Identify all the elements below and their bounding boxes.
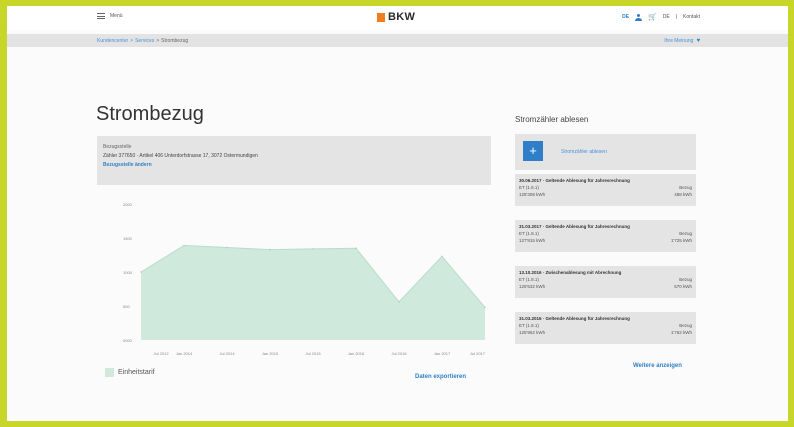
sidebar-title: Stromzähler ablesen [515,115,589,124]
reading-consumption: 1'762 kWh [670,330,692,335]
header-separator: | [675,14,678,20]
x-tick-label: Jul 2016 [391,351,407,356]
export-data-link[interactable]: Daten exportieren [415,374,466,380]
reading-type: Bezug [679,185,692,190]
breadcrumb-bar: Kundencenter > Services > Strombezug Ihr… [7,34,788,47]
x-tick-label: Jul 2014 [219,351,235,356]
reading-title: 30.06.2017 · Geltende Ablesung für Jahre… [519,178,630,183]
feedback-label: Ihre Meinung [664,38,694,44]
page-title: Strombezug [96,103,204,125]
x-tick-label: Jan 2014 [176,351,193,356]
breadcrumb-services[interactable]: Services [135,38,154,44]
read-meter-box[interactable]: + Stromzähler ablesen [515,134,696,170]
x-tick-label: Jan 2017 [434,351,451,356]
data-point [312,248,314,250]
supply-point-box: Bezugsstelle Zähler 377650 · Artikel 406… [97,136,491,185]
reading-meter: 127'815 kWh [519,238,546,243]
data-point [355,247,357,249]
reading-card[interactable]: 13.10.2016 · Zwischenablesung mit Abrech… [515,266,696,298]
reading-title: 31.03.2016 · Geltende Ablesung für Jahre… [519,316,630,321]
language-switch[interactable]: DE [663,14,670,20]
reading-title: 13.10.2016 · Zwischenablesung mit Abrech… [519,270,622,275]
x-tick-label: Jul 2015 [305,351,321,356]
chart-legend: Einheitstarif [105,368,155,377]
change-supply-point-link[interactable]: Bezugsstelle ändern [103,162,485,168]
supply-point-value: Zähler 377650 · Artikel 406 Unterdorfstr… [103,153,258,159]
header-utilities: DE 🛒 DE | Kontakt [622,13,700,21]
reading-title: 31.03.2017 · Geltende Ablesung für Jahre… [519,224,630,229]
read-meter-label[interactable]: Stromzähler ablesen [561,149,607,155]
data-point [226,246,228,249]
reading-tariff: ET (1.8.1) [519,185,539,190]
contact-link[interactable]: Kontakt [683,14,700,20]
data-point [441,255,443,258]
x-tick-label: Jul 2012 [153,351,169,356]
reading-type: Bezug [679,323,692,328]
data-point [398,301,400,303]
breadcrumb-kundencenter[interactable]: Kundencenter [97,38,128,44]
reading-consumption: 570 kWh [674,284,692,289]
feedback-link[interactable]: Ihre Meinung ♥ [664,38,700,44]
add-reading-button[interactable]: + [523,141,543,161]
y-tick-label: 1000 [123,270,133,275]
reading-meter: 128'308 kWh [519,192,546,197]
menu-label: Menü [110,13,123,19]
reading-tariff: ET (1.8.1) [519,323,539,328]
breadcrumb-current: Strombezug [161,38,189,44]
y-tick-label: 0000 [123,338,133,343]
cart-icon[interactable]: 🛒 [648,13,657,21]
legend-label: Einheitstarif [118,369,155,376]
breadcrumb-separator: > [156,38,160,44]
language-active[interactable]: DE [622,14,629,20]
hamburger-icon [97,13,105,19]
breadcrumb: Kundencenter > Services > Strombezug [97,38,188,44]
consumption-chart: 2000 1500 1000 500 0000 Jul 2012 Jan 2014 Jul 2… [123,202,486,356]
data-point [269,248,271,251]
reading-consumption: 488 kWh [674,192,692,197]
y-tick-label: 2000 [123,202,133,207]
reading-card[interactable]: 31.03.2017 · Geltende Ablesung für Jahre… [515,220,696,252]
supply-point-label: Bezugsstelle [103,144,132,150]
user-icon[interactable] [635,13,643,21]
reading-card[interactable]: 30.06.2017 · Geltende Ablesung für Jahre… [515,174,696,206]
reading-card[interactable]: 31.03.2016 · Geltende Ablesung für Jahre… [515,312,696,344]
series-area [141,245,485,340]
bkw-logo[interactable]: BKW [377,11,415,23]
breadcrumb-separator: > [130,38,134,44]
x-tick-label: Jan 2016 [348,351,365,356]
x-tick-label: Jul 2017 [470,351,486,356]
reading-meter: 125'962 kWh [519,330,546,335]
reading-type: Bezug [679,231,692,236]
data-point [140,271,142,273]
show-more-link[interactable]: Weitere anzeigen [633,363,682,369]
heart-icon: ♥ [696,38,700,44]
x-tick-label: Jan 2015 [262,351,279,356]
legend-swatch [105,368,114,377]
logo-square-icon [377,12,385,22]
top-header: Menü BKW DE 🛒 DE | Kontakt [7,6,788,30]
reading-meter: 126'532 kWh [519,284,546,289]
reading-type: Bezug [679,277,692,282]
data-point [183,244,185,247]
logo-text: BKW [388,11,416,23]
menu-button[interactable]: Menü [97,13,123,19]
reading-consumption: 1'725 kWh [670,238,692,243]
reading-tariff: ET (1.8.1) [519,231,539,236]
reading-tariff: ET (1.8.1) [519,277,539,282]
page-frame: Menü BKW DE 🛒 DE | Kontakt Kundencenter … [7,6,788,421]
y-tick-label: 500 [123,304,130,309]
y-tick-label: 1500 [123,236,133,241]
data-point [484,306,486,309]
